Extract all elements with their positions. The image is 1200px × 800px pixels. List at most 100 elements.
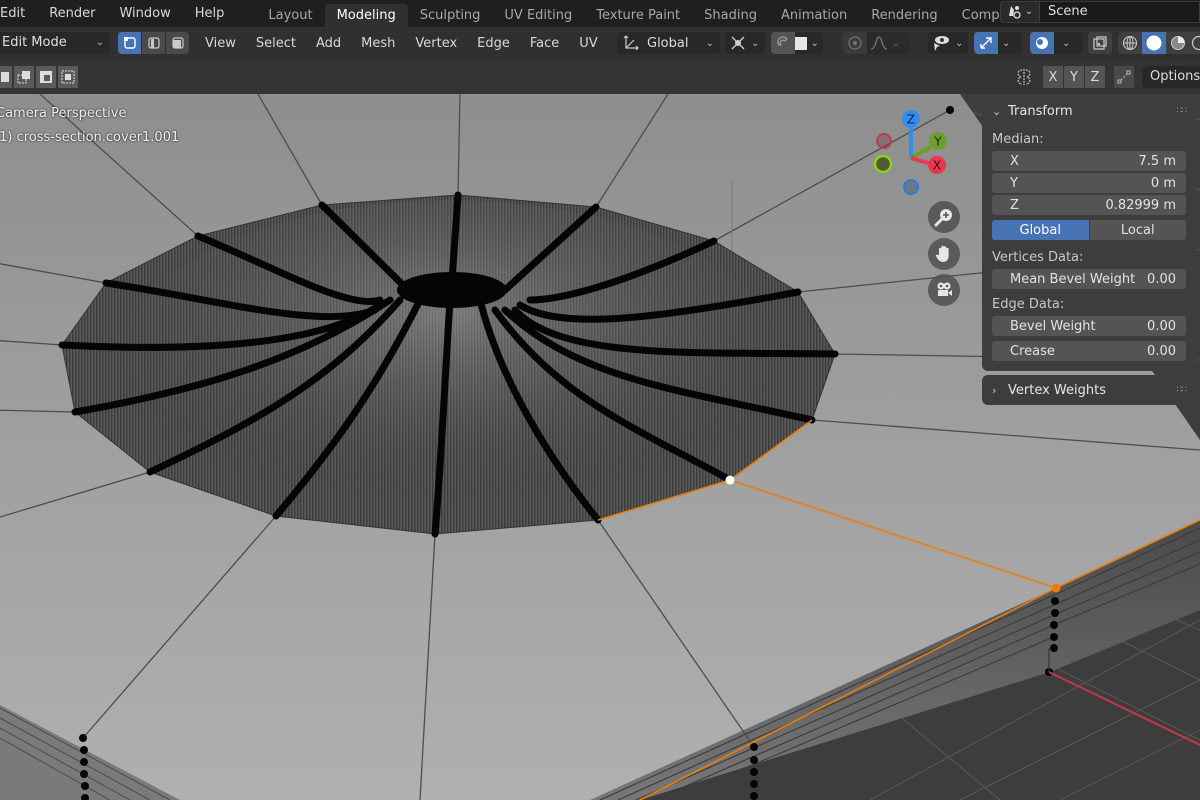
gizmo-icon	[980, 37, 992, 49]
chevron-down-icon[interactable]: ⌄	[1062, 38, 1070, 49]
tab-layout[interactable]: Layout	[256, 4, 324, 27]
snap-target-dropdown[interactable]: ⌄	[795, 32, 823, 54]
transform-orientation-dropdown[interactable]: Global ⌄	[617, 32, 720, 54]
select-extend-button[interactable]	[14, 66, 34, 88]
xray-toggle[interactable]	[1088, 32, 1112, 54]
overlays-icon	[1036, 37, 1048, 49]
face-select-button[interactable]	[166, 32, 189, 54]
selectability-visibility-dropdown[interactable]: ⌄	[928, 32, 968, 54]
orientation-label: Global	[647, 35, 689, 51]
mirror-z-toggle[interactable]: Z	[1085, 66, 1105, 88]
vertex-select-button[interactable]	[118, 32, 141, 54]
global-space-button[interactable]: Global	[992, 220, 1089, 240]
tab-sculpting[interactable]: Sculpting	[408, 4, 493, 27]
menu-edge[interactable]: Edge	[467, 36, 520, 51]
pan-view-button[interactable]	[928, 238, 960, 270]
menu-help[interactable]: Help	[183, 4, 237, 24]
chevron-down-icon: ⌄	[810, 37, 819, 49]
menu-render[interactable]: Render	[37, 4, 107, 24]
vertex-weights-title: Vertex Weights	[1008, 382, 1106, 398]
proportional-falloff-dropdown[interactable]: ⌄	[867, 32, 907, 54]
scene-browse-button[interactable]: ⌄	[1000, 0, 1040, 23]
median-y-field[interactable]: Y 0 m	[992, 173, 1186, 193]
zoom-view-button[interactable]	[928, 201, 960, 233]
mirror-axis-group: X Y Z	[1013, 66, 1135, 88]
overlays-toggle[interactable]	[1030, 32, 1054, 54]
space-toggle: Global Local	[992, 220, 1186, 240]
gizmo-neg-y[interactable]	[873, 154, 893, 174]
snap-increment-icon	[795, 36, 807, 50]
mirror-x-toggle[interactable]: X	[1043, 66, 1063, 88]
transform-panel-header[interactable]: ⌄ Transform ∷∷	[992, 98, 1188, 124]
selected-vertex[interactable]	[1051, 583, 1061, 593]
bevel-weight-label: Bevel Weight	[1010, 318, 1096, 334]
chevron-down-icon[interactable]: ⌄	[1002, 38, 1010, 49]
active-vertex[interactable]	[725, 475, 735, 485]
chevron-down-icon: ⌄	[992, 104, 1002, 118]
header-menus: View Select Add Mesh Vertex Edge Face UV	[195, 27, 608, 60]
chevron-down-icon: ⌄	[705, 37, 714, 49]
chevron-down-icon: ⌄	[955, 37, 964, 49]
gizmo-y-label: Y	[933, 135, 942, 149]
tab-uv-editing[interactable]: UV Editing	[492, 4, 584, 27]
camera-view-button[interactable]	[928, 274, 960, 306]
scene-name-field[interactable]: Scene	[1040, 0, 1200, 23]
tab-rendering[interactable]: Rendering	[859, 4, 949, 27]
crease-field[interactable]: Crease 0.00	[992, 341, 1186, 361]
selection-mode-tools	[0, 66, 80, 88]
scene-selector: ⌄ Scene	[1000, 0, 1200, 23]
menu-vertex[interactable]: Vertex	[405, 36, 467, 51]
bevel-weight-value: 0.00	[1147, 318, 1176, 334]
drag-grip-icon[interactable]: ∷∷	[1177, 385, 1188, 395]
gizmo-neg-z[interactable]	[903, 179, 919, 195]
proportional-edit-toggle[interactable]	[843, 32, 867, 54]
drag-grip-icon[interactable]: ∷∷	[1177, 106, 1188, 116]
snap-toggle[interactable]	[771, 32, 795, 54]
tab-shading[interactable]: Shading	[692, 4, 769, 27]
pivot-point-dropdown[interactable]: ⌄	[725, 32, 765, 54]
gizmo-toggle[interactable]	[974, 32, 998, 54]
mirror-y-toggle[interactable]: Y	[1064, 66, 1084, 88]
tab-modeling[interactable]: Modeling	[324, 4, 408, 27]
shading-material-button[interactable]	[1166, 32, 1190, 54]
mean-bevel-weight-field[interactable]: Mean Bevel Weight 0.00	[992, 269, 1186, 289]
menu-edit[interactable]: Edit	[0, 4, 37, 24]
tab-animation[interactable]: Animation	[769, 4, 859, 27]
3d-viewport[interactable]: Camera Perspective (1) cross-section.cov…	[0, 60, 1200, 800]
menu-uv[interactable]: UV	[569, 36, 607, 51]
menu-window[interactable]: Window	[107, 4, 182, 24]
scene-icon	[1008, 5, 1021, 19]
select-intersect-button[interactable]	[58, 66, 78, 88]
select-set-button[interactable]	[0, 66, 12, 88]
menu-select[interactable]: Select	[246, 36, 306, 51]
menu-mesh[interactable]: Mesh	[351, 36, 405, 51]
menu-view[interactable]: View	[195, 36, 246, 51]
orientation-axes-icon	[623, 35, 639, 51]
select-subtract-button[interactable]	[36, 66, 56, 88]
gizmo-z-label: Z	[907, 113, 915, 127]
shading-rendered-button[interactable]	[1190, 32, 1200, 54]
mean-bevel-weight-value: 0.00	[1147, 271, 1176, 287]
mode-dropdown[interactable]: Edit Mode ⌄	[0, 32, 110, 54]
edge-select-button[interactable]	[142, 32, 165, 54]
menu-add[interactable]: Add	[306, 36, 351, 51]
shading-wireframe-button[interactable]	[1118, 32, 1142, 54]
median-x-field[interactable]: X 7.5 m	[992, 151, 1186, 171]
navigation-gizmo[interactable]: Z Y X	[866, 106, 956, 198]
chevron-down-icon: ⌄	[891, 37, 901, 49]
median-z-field[interactable]: Z 0.82999 m	[992, 195, 1186, 215]
bevel-weight-field[interactable]: Bevel Weight 0.00	[992, 316, 1186, 336]
gizmo-neg-x[interactable]	[876, 133, 892, 149]
vertex-weights-header[interactable]: › Vertex Weights ∷∷	[992, 377, 1188, 403]
top-menu-bar: Edit Render Window Help Layout Modeling …	[0, 0, 1200, 27]
material-sphere-icon	[1171, 36, 1185, 50]
menu-face[interactable]: Face	[520, 36, 569, 51]
local-space-button[interactable]: Local	[1089, 220, 1186, 240]
options-dropdown[interactable]: Options	[1142, 66, 1200, 88]
crease-value: 0.00	[1147, 343, 1176, 359]
shading-solid-button[interactable]	[1142, 32, 1166, 54]
chevron-right-icon: ›	[992, 383, 997, 397]
tab-texture-paint[interactable]: Texture Paint	[584, 4, 692, 27]
sidebar-n-panel: ⌄ Transform ∷∷ Median: X 7.5 m Y 0 m Z 0…	[982, 94, 1196, 409]
auto-merge-toggle[interactable]	[1114, 66, 1134, 88]
